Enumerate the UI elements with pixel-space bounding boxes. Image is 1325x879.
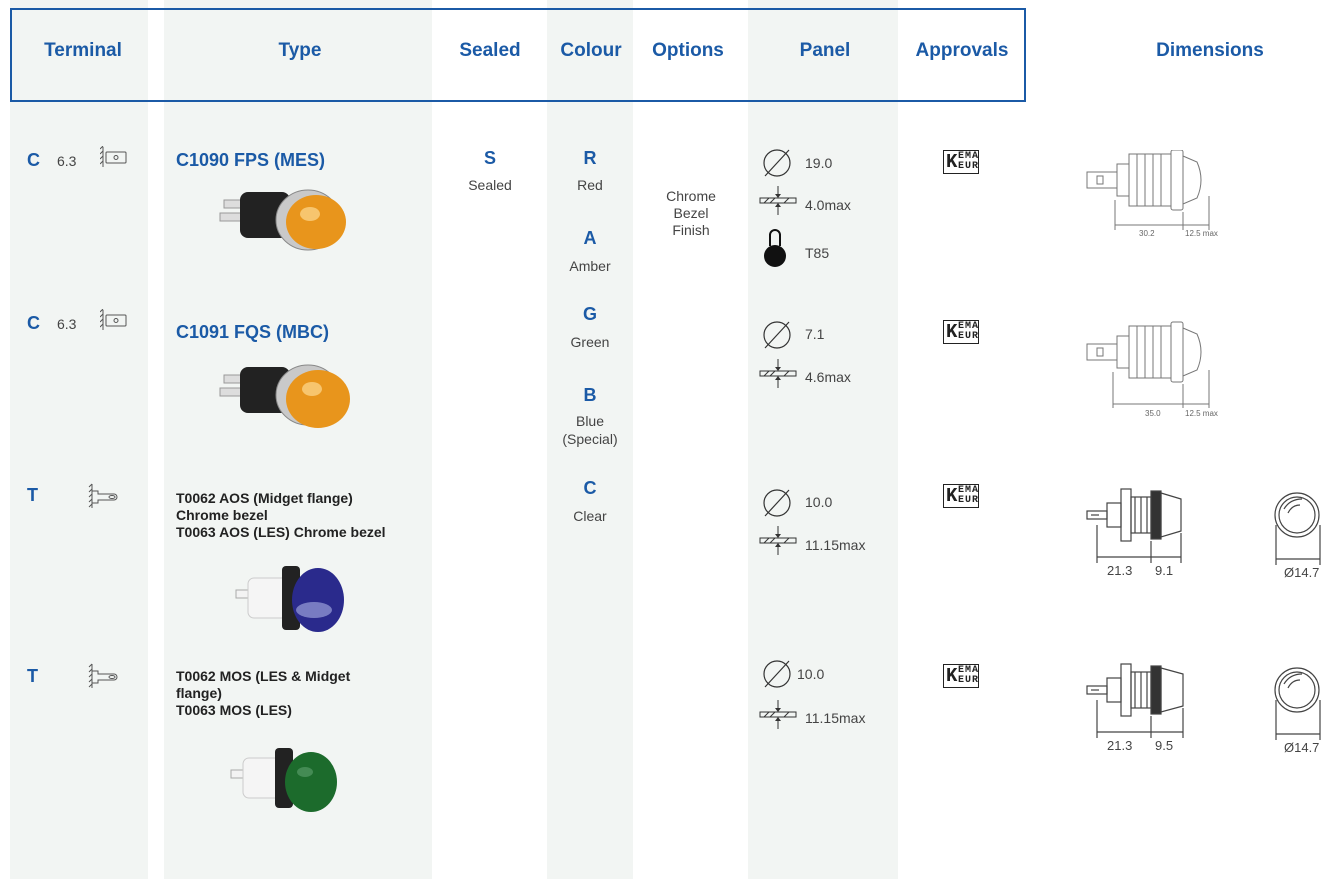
colour-label: Clear (573, 508, 607, 524)
colour-label: Blue (575, 413, 605, 429)
product-type-multiline: T0062 MOS (LES & Midget flange) T0063 MO… (176, 668, 426, 719)
dimension-drawing: 30.2 12.5 max (1086, 150, 1218, 238)
colour-code: R (583, 148, 597, 168)
kema-keur-mark-icon: K EMA EUR (943, 320, 979, 344)
lamp-photo-green (230, 748, 337, 812)
option-line: Finish (672, 222, 710, 238)
type-line: T0063 AOS (LES) Chrome bezel (176, 524, 386, 540)
type-line: flange) (176, 685, 222, 701)
dim-value: 21.3 (1107, 738, 1132, 753)
panel-thickness: 4.6max (805, 369, 851, 385)
type-line: T0062 MOS (LES & Midget (176, 668, 351, 684)
panel-diameter: 10.0 (805, 494, 833, 510)
dim-value: 35.0 (1145, 409, 1161, 418)
thickness-icon (759, 186, 797, 215)
colour-code: A (583, 228, 597, 248)
colour-code: B (583, 385, 597, 405)
header-approvals: Approvals (915, 40, 1009, 61)
dimension-drawing: 35.0 12.5 max (1086, 321, 1218, 418)
panel-thickness: 11.15max (805, 710, 866, 726)
terminal-code: T (27, 485, 38, 505)
panel-thickness: 4.0max (805, 197, 851, 213)
dim-value: 12.5 max (1185, 409, 1218, 418)
product-type: C1090 FPS (MES) (176, 150, 326, 170)
panel-temperature: T85 (805, 245, 830, 261)
thickness-icon (759, 526, 797, 555)
dim-value: Ø14.7 (1284, 565, 1319, 580)
dim-value: 9.5 (1155, 738, 1173, 753)
header-colour: Colour (560, 40, 622, 61)
terminal-code: C (27, 150, 40, 170)
quick-connect-terminal-icon (100, 309, 127, 330)
header-dimensions: Dimensions (1156, 40, 1264, 61)
lamp-photo-amber (219, 364, 350, 428)
quick-connect-terminal-icon (100, 146, 127, 167)
terminal-code: C (27, 313, 40, 333)
terminal-size: 6.3 (57, 153, 77, 169)
sealed-label: Sealed (468, 177, 512, 193)
terminal-code: T (27, 666, 38, 686)
kema-keur-mark-icon: K EMA EUR (943, 664, 979, 688)
dim-value: 12.5 max (1185, 229, 1218, 238)
product-type-multiline: T0062 AOS (Midget flange) Chrome bezel T… (176, 490, 426, 541)
colour-code: G (582, 304, 597, 324)
type-line: Chrome bezel (176, 507, 268, 523)
panel-diameter: 7.1 (805, 326, 825, 342)
colour-code: C (583, 478, 597, 498)
column-bg-panel (748, 0, 898, 879)
dim-value: Ø14.7 (1284, 740, 1319, 755)
colour-label: Amber (569, 258, 611, 274)
header-options: Options (652, 40, 724, 61)
solder-tag-terminal-icon (88, 663, 118, 688)
options-text: Chrome Bezel Finish (648, 188, 734, 239)
colour-label: Green (570, 334, 610, 350)
panel-thickness: 11.15max (805, 537, 866, 553)
kema-keur-mark-icon: K EMA EUR (943, 150, 979, 174)
column-bg-terminal (10, 0, 148, 879)
sealed-code: S (483, 148, 496, 168)
dimension-drawing: 21.3 9.5 (1086, 663, 1184, 753)
thickness-icon (759, 359, 797, 388)
colour-label-special: (Special) (562, 431, 618, 447)
lamp-photo-amber (219, 189, 346, 251)
dimension-drawing: 21.3 9.1 (1086, 488, 1182, 578)
type-line: T0063 MOS (LES) (176, 702, 292, 718)
lens-front-view-drawing: Ø14.7 (1274, 667, 1321, 755)
diameter-icon (763, 149, 791, 177)
temperature-icon (764, 229, 786, 267)
diameter-icon (763, 321, 791, 349)
type-line: T0062 AOS (Midget flange) (176, 490, 353, 506)
dim-value: 9.1 (1155, 563, 1173, 578)
lens-front-view-drawing: Ø14.7 (1274, 492, 1321, 580)
dim-value: 21.3 (1107, 563, 1132, 578)
header-sealed: Sealed (459, 40, 521, 61)
diameter-icon (763, 660, 791, 688)
solder-tag-terminal-icon (88, 483, 118, 508)
colour-label: Red (577, 177, 603, 193)
terminal-size: 6.3 (57, 316, 77, 332)
product-type: C1091 FQS (MBC) (176, 322, 330, 342)
panel-diameter: 10.0 (797, 666, 825, 682)
lamp-photo-blue (235, 566, 344, 632)
dim-value: 30.2 (1139, 229, 1155, 238)
option-line: Bezel (673, 205, 709, 221)
header-panel: Panel (799, 40, 851, 61)
header-terminal: Terminal (44, 40, 122, 61)
panel-diameter: 19.0 (805, 155, 833, 171)
header-type: Type (278, 40, 322, 61)
diameter-icon (763, 489, 791, 517)
kema-keur-mark-icon: K EMA EUR (943, 484, 979, 508)
option-line: Chrome (666, 188, 716, 204)
thickness-icon (759, 700, 797, 729)
